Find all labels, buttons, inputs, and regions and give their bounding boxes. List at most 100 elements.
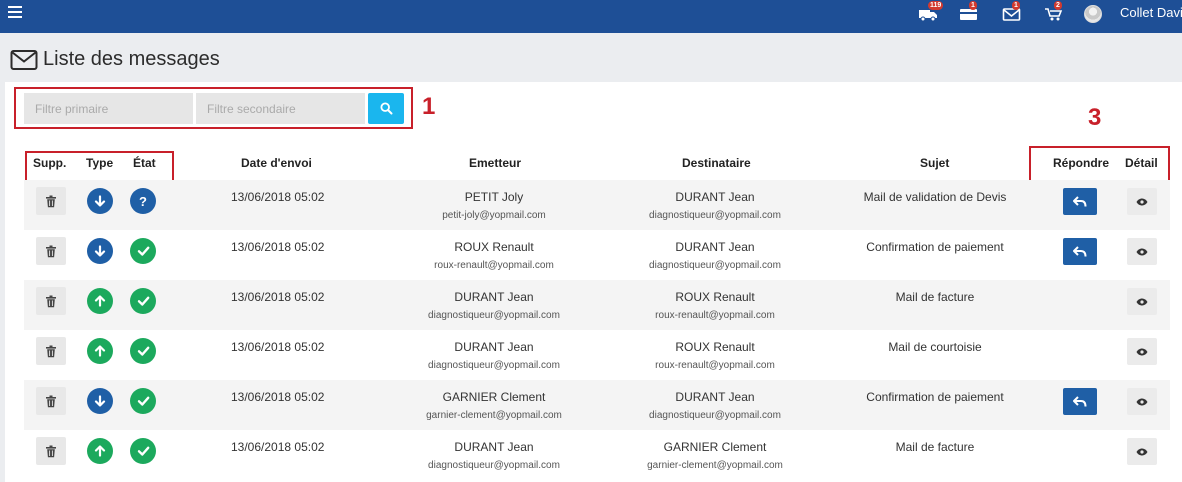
- recipient-cell: DURANT Jean diagnostiqueur@yopmail.com: [615, 190, 815, 221]
- column-header-detail: Détail: [1125, 156, 1158, 170]
- check-icon: [130, 338, 156, 364]
- sender-cell: GARNIER Clement garnier-clement@yopmail.c…: [394, 390, 594, 421]
- reply-button[interactable]: [1063, 388, 1097, 415]
- card-icon[interactable]: 1: [959, 1, 979, 23]
- trash-icon: [45, 445, 57, 458]
- delete-button[interactable]: [36, 237, 66, 265]
- recipient-email: roux-renault@yopmail.com: [655, 360, 775, 371]
- trash-icon: [45, 395, 57, 408]
- trash-icon: [45, 295, 57, 308]
- table-row: 13/06/2018 05:02 GARNIER Clement garnier-c…: [24, 380, 1170, 430]
- recipient-cell: ROUX Renault roux-renault@yopmail.com: [615, 290, 815, 321]
- delete-button[interactable]: [36, 387, 66, 415]
- eye-icon: [1136, 348, 1148, 356]
- sender-name: ROUX Renault: [454, 240, 534, 254]
- date-cell: 13/06/2018 05:02: [231, 190, 325, 204]
- column-header-date: Date d'envoi: [241, 156, 312, 170]
- sender-name: DURANT Jean: [454, 290, 534, 304]
- table-row: 13/06/2018 05:02 DURANT Jean diagnostiqueu…: [24, 430, 1170, 480]
- column-header-etat: État: [133, 156, 156, 170]
- sender-cell: DURANT Jean diagnostiqueur@yopmail.com: [394, 290, 594, 321]
- column-header-repondre: Répondre: [1053, 156, 1110, 170]
- recipient-email: garnier-clement@yopmail.com: [647, 460, 783, 471]
- reply-icon: [1073, 195, 1087, 208]
- delete-button[interactable]: [36, 437, 66, 465]
- page-title-text: Liste des messages: [43, 48, 220, 70]
- sender-name: DURANT Jean: [454, 340, 534, 354]
- sender-cell: DURANT Jean diagnostiqueur@yopmail.com: [394, 340, 594, 371]
- subject-cell: Mail de courtoisie: [888, 340, 982, 354]
- table-row: 13/06/2018 05:02 ROUX Renault roux-renault…: [24, 230, 1170, 280]
- sender-cell: PETIT Joly petit-joly@yopmail.com: [394, 190, 594, 221]
- detail-button[interactable]: [1127, 288, 1157, 315]
- sender-email: diagnostiqueur@yopmail.com: [428, 460, 560, 471]
- detail-button[interactable]: [1127, 388, 1157, 415]
- hamburger-menu-icon[interactable]: [8, 6, 22, 18]
- column-header-type: Type: [86, 156, 114, 170]
- arrow-up-icon: [87, 338, 113, 364]
- cart-icon[interactable]: 2: [1044, 1, 1064, 23]
- sender-email: diagnostiqueur@yopmail.com: [428, 310, 560, 321]
- trash-icon: [45, 245, 57, 258]
- sender-email: roux-renault@yopmail.com: [434, 260, 554, 271]
- arrow-up-icon: [87, 438, 113, 464]
- delete-button[interactable]: [36, 287, 66, 315]
- arrow-down-icon: [87, 388, 113, 414]
- check-icon: [130, 238, 156, 264]
- question-icon: ?: [130, 188, 156, 214]
- date-cell: 13/06/2018 05:02: [231, 440, 325, 454]
- recipient-email: diagnostiqueur@yopmail.com: [649, 210, 781, 221]
- sender-cell: ROUX Renault roux-renault@yopmail.com: [394, 240, 594, 271]
- recipient-name: DURANT Jean: [675, 240, 755, 254]
- recipient-name: ROUX Renault: [675, 340, 755, 354]
- detail-button[interactable]: [1127, 188, 1157, 215]
- recipient-cell: DURANT Jean diagnostiqueur@yopmail.com: [615, 240, 815, 271]
- sender-name: PETIT Joly: [464, 190, 524, 204]
- truck-icon[interactable]: 119: [918, 1, 944, 23]
- trash-icon: [45, 345, 57, 358]
- annotation-number: 3: [1088, 104, 1102, 131]
- column-header-sujet: Sujet: [920, 156, 950, 170]
- recipient-email: roux-renault@yopmail.com: [655, 310, 775, 321]
- sender-email: diagnostiqueur@yopmail.com: [428, 360, 560, 371]
- envelope-icon[interactable]: 1: [1002, 1, 1022, 23]
- user-avatar[interactable]: [1084, 5, 1102, 23]
- trash-icon: [45, 195, 57, 208]
- eye-icon: [1136, 298, 1148, 306]
- table-row: 13/06/2018 05:02 DURANT Jean diagnostiqueu…: [24, 330, 1170, 380]
- eye-icon: [1136, 248, 1148, 256]
- notification-badge: 119: [928, 1, 944, 10]
- recipient-name: DURANT Jean: [675, 390, 755, 404]
- recipient-name: DURANT Jean: [675, 190, 755, 204]
- notification-badge: 2: [1054, 1, 1062, 10]
- delete-button[interactable]: [36, 187, 66, 215]
- sender-cell: DURANT Jean diagnostiqueur@yopmail.com: [394, 440, 594, 471]
- sender-name: DURANT Jean: [454, 440, 534, 454]
- reply-button[interactable]: [1063, 188, 1097, 215]
- delete-button[interactable]: [36, 337, 66, 365]
- check-icon: [130, 388, 156, 414]
- eye-icon: [1136, 198, 1148, 206]
- table-row: ? 13/06/2018 05:02 PETIT Joly petit-joly@yo…: [24, 180, 1170, 230]
- sender-name: GARNIER Clement: [442, 390, 546, 404]
- page-title: Liste des messages: [10, 48, 220, 71]
- subject-cell: Confirmation de paiement: [866, 240, 1004, 254]
- sender-email: petit-joly@yopmail.com: [442, 210, 546, 221]
- recipient-name: ROUX Renault: [675, 290, 755, 304]
- column-header-emetteur: Emetteur: [469, 156, 522, 170]
- subject-cell: Mail de validation de Devis: [863, 190, 1007, 204]
- annotation-box-filter: [14, 87, 413, 129]
- subject-cell: Mail de facture: [895, 440, 975, 454]
- detail-button[interactable]: [1127, 238, 1157, 265]
- table-row: 13/06/2018 05:02 DURANT Jean diagnostiqueu…: [24, 280, 1170, 330]
- recipient-cell: GARNIER Clement garnier-clement@yopmail.c…: [615, 440, 815, 471]
- user-name[interactable]: Collet David: [1120, 5, 1182, 20]
- notification-badge: 1: [1012, 1, 1020, 10]
- check-icon: [130, 438, 156, 464]
- reply-button[interactable]: [1063, 238, 1097, 265]
- detail-button[interactable]: [1127, 438, 1157, 465]
- detail-button[interactable]: [1127, 338, 1157, 365]
- date-cell: 13/06/2018 05:02: [231, 340, 325, 354]
- subject-cell: Confirmation de paiement: [866, 390, 1004, 404]
- arrow-up-icon: [87, 288, 113, 314]
